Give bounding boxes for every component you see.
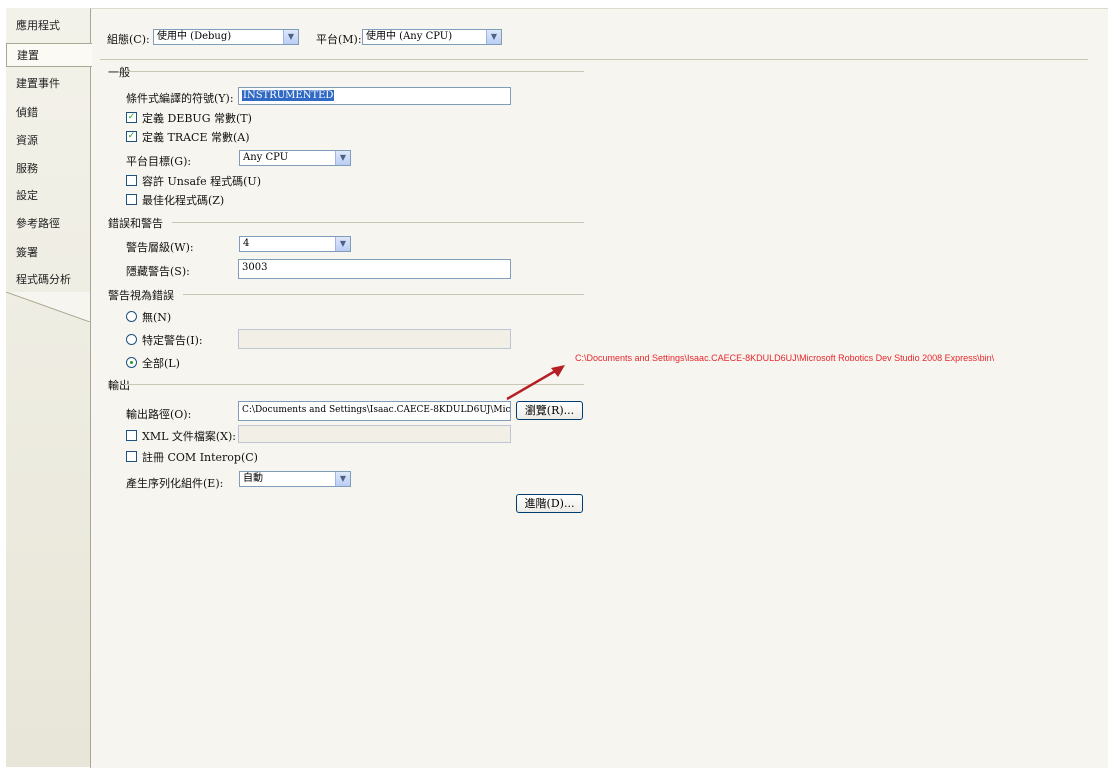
platform-target-combo[interactable]: Any CPU ▼ bbox=[239, 150, 351, 166]
allow-unsafe-label: 容許 Unsafe 程式碼(U) bbox=[142, 175, 261, 188]
tab-debug[interactable]: 偵錯 bbox=[6, 101, 90, 125]
tab-strip-end-shape bbox=[6, 292, 90, 322]
tab-resources[interactable]: 資源 bbox=[6, 129, 90, 153]
register-com-checkbox[interactable] bbox=[126, 451, 137, 462]
define-debug-checkbox[interactable]: ✓ bbox=[126, 112, 137, 123]
chevron-down-icon: ▼ bbox=[486, 30, 501, 44]
chevron-down-icon: ▼ bbox=[283, 30, 298, 44]
define-trace-checkbox[interactable]: ✓ bbox=[126, 131, 137, 142]
output-group-title: 輸出 bbox=[108, 379, 130, 392]
annotation-arrow-icon bbox=[506, 365, 565, 401]
output-path-annotation: C:\Documents and Settings\Isaac.CAECE-8K… bbox=[575, 353, 995, 363]
header-divider bbox=[100, 59, 1088, 60]
optimize-label: 最佳化程式碼(Z) bbox=[142, 194, 225, 207]
suppress-warnings-value: 3003 bbox=[242, 262, 268, 273]
serialization-combo[interactable]: 自動 ▼ bbox=[239, 471, 351, 487]
serialization-value: 自動 bbox=[243, 473, 263, 484]
radio-selected-dot bbox=[130, 361, 133, 364]
treat-none-label: 無(N) bbox=[142, 311, 172, 324]
treat-specific-radio[interactable] bbox=[126, 334, 137, 345]
tab-services[interactable]: 服務 bbox=[6, 157, 90, 181]
platform-value: 使用中 (Any CPU) bbox=[366, 31, 453, 42]
xml-doc-label: XML 文件檔案(X): bbox=[142, 430, 237, 443]
warning-level-label: 警告層級(W): bbox=[126, 241, 194, 254]
allow-unsafe-checkbox[interactable] bbox=[126, 175, 137, 186]
errors-divider bbox=[172, 222, 584, 223]
platform-target-value: Any CPU bbox=[243, 152, 289, 163]
define-debug-label: 定義 DEBUG 常數(T) bbox=[142, 112, 252, 125]
treat-none-radio[interactable] bbox=[126, 311, 137, 322]
tab-reference-paths[interactable]: 參考路徑 bbox=[6, 212, 90, 236]
symbols-input[interactable]: INSTRUMENTED bbox=[238, 87, 511, 105]
treat-warnings-divider bbox=[183, 294, 584, 295]
symbols-label: 條件式編譯的符號(Y): bbox=[126, 92, 234, 105]
suppress-warnings-label: 隱藏警告(S): bbox=[126, 265, 190, 278]
tab-signing[interactable]: 簽署 bbox=[6, 241, 90, 265]
optimize-checkbox[interactable] bbox=[126, 194, 137, 205]
general-group-title: 一般 bbox=[108, 66, 130, 79]
tab-settings[interactable]: 設定 bbox=[6, 184, 90, 208]
chevron-down-icon: ▼ bbox=[335, 237, 350, 251]
tab-build[interactable]: 建置 bbox=[6, 43, 92, 67]
errors-group-title: 錯誤和警告 bbox=[108, 217, 163, 230]
treat-specific-label: 特定警告(I): bbox=[142, 334, 203, 347]
xml-doc-checkbox[interactable] bbox=[126, 430, 137, 441]
platform-target-label: 平台目標(G): bbox=[126, 155, 192, 168]
xml-doc-input[interactable] bbox=[238, 425, 511, 443]
browse-button[interactable]: 瀏覽(R)... bbox=[516, 401, 583, 420]
register-com-label: 註冊 COM Interop(C) bbox=[142, 451, 258, 464]
chevron-down-icon: ▼ bbox=[335, 151, 350, 165]
platform-combo[interactable]: 使用中 (Any CPU) ▼ bbox=[362, 29, 502, 45]
tab-code-analysis[interactable]: 程式碼分析 bbox=[6, 268, 90, 292]
chevron-down-icon: ▼ bbox=[335, 472, 350, 486]
specific-warnings-input[interactable] bbox=[238, 329, 511, 349]
config-value: 使用中 (Debug) bbox=[157, 31, 232, 42]
treat-all-label: 全部(L) bbox=[142, 357, 180, 370]
tab-build-events[interactable]: 建置事件 bbox=[6, 72, 90, 96]
define-trace-label: 定義 TRACE 常數(A) bbox=[142, 131, 250, 144]
platform-label: 平台(M): bbox=[316, 33, 362, 46]
output-path-value: C:\Documents and Settings\Isaac.CAECE-8K… bbox=[242, 405, 511, 415]
config-label: 組態(C): bbox=[107, 33, 150, 46]
output-path-label: 輸出路徑(O): bbox=[126, 408, 192, 421]
warning-level-combo[interactable]: 4 ▼ bbox=[239, 236, 351, 252]
output-path-input[interactable]: C:\Documents and Settings\Isaac.CAECE-8K… bbox=[238, 401, 511, 421]
general-divider bbox=[124, 71, 584, 72]
config-combo[interactable]: 使用中 (Debug) ▼ bbox=[153, 29, 299, 45]
tab-application[interactable]: 應用程式 bbox=[6, 14, 90, 38]
warning-level-value: 4 bbox=[243, 238, 250, 249]
advanced-button[interactable]: 進階(D)... bbox=[516, 494, 583, 513]
symbols-value: INSTRUMENTED bbox=[242, 90, 335, 101]
suppress-warnings-input[interactable]: 3003 bbox=[238, 259, 511, 279]
treat-all-radio[interactable] bbox=[126, 357, 137, 368]
treat-warnings-group-title: 警告視為錯誤 bbox=[108, 289, 174, 302]
serialization-label: 產生序列化組件(E): bbox=[126, 477, 224, 490]
